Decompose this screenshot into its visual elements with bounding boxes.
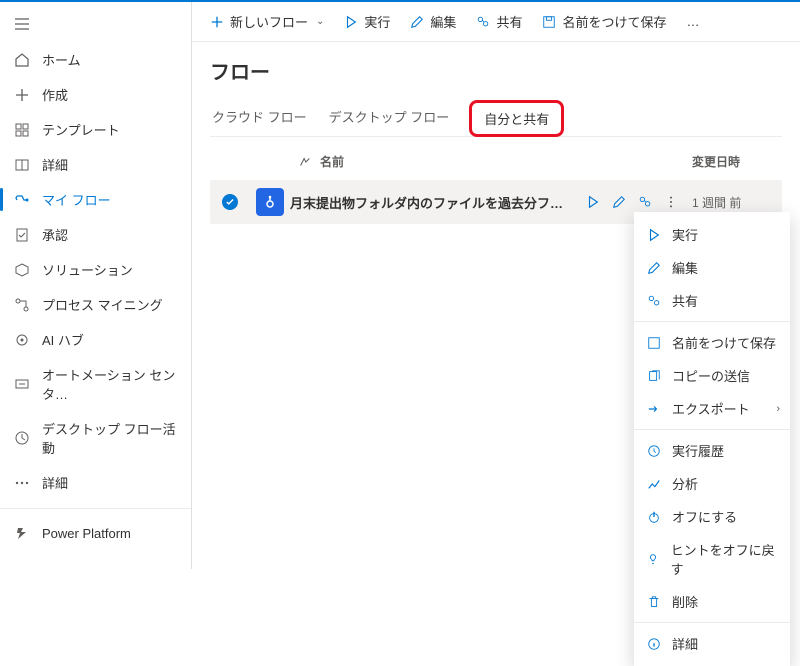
menu-edit[interactable]: 編集 — [634, 251, 790, 284]
edit-button[interactable]: 編集 — [402, 8, 464, 35]
hamburger-button[interactable] — [0, 10, 191, 42]
nav-label: オートメーション センタ… — [42, 365, 177, 403]
power-platform-icon — [14, 525, 30, 541]
context-menu: 実行 編集 共有 名前をつけて保存 コピーの送信 エクスポート› 実行履歴 分析… — [634, 212, 790, 666]
row-run-icon[interactable] — [586, 195, 600, 209]
menu-hints-off[interactable]: ヒントをオフに戻す — [634, 533, 790, 585]
row-checkbox[interactable] — [210, 194, 250, 210]
nav-label: 作成 — [42, 85, 68, 104]
tab-cloud-flows[interactable]: クラウド フロー — [210, 99, 309, 136]
menu-send-copy[interactable]: コピーの送信 — [634, 359, 790, 392]
run-button[interactable]: 実行 — [336, 8, 398, 35]
more-icon — [14, 475, 30, 491]
nav-home[interactable]: ホーム — [0, 42, 191, 77]
nav-label: ソリューション — [42, 260, 133, 279]
nav-approvals[interactable]: 承認 — [0, 217, 191, 252]
nav-desktop-activity[interactable]: デスクトップ フロー活動 — [0, 411, 191, 465]
flow-name[interactable]: 月末提出物フォルダ内のファイルを過去分フォ… — [290, 193, 572, 212]
trash-icon — [646, 595, 662, 609]
menu-delete[interactable]: 削除 — [634, 585, 790, 618]
row-edit-icon[interactable] — [612, 195, 626, 209]
nav-more[interactable]: 詳細 — [0, 465, 191, 500]
play-icon — [344, 15, 358, 29]
flow-icon — [14, 192, 30, 208]
chevron-down-icon: ⌄ — [316, 16, 324, 27]
activity-icon — [14, 430, 30, 446]
flow-modified: 1 週間 前 — [692, 194, 782, 211]
tab-shared-with-me[interactable]: 自分と共有 — [469, 100, 564, 137]
menu-save-as[interactable]: 名前をつけて保存 — [634, 326, 790, 359]
toolbar-more-button[interactable]: … — [678, 10, 707, 33]
analytics-icon — [646, 477, 662, 491]
row-share-icon[interactable] — [638, 195, 652, 209]
save-icon — [542, 15, 556, 29]
home-icon — [14, 52, 30, 68]
info-icon — [646, 637, 662, 651]
book-icon — [14, 157, 30, 173]
page-title: フロー — [210, 56, 782, 85]
nav-my-flows[interactable]: マイ フロー — [0, 182, 191, 217]
pencil-icon — [410, 15, 424, 29]
flow-type-icon — [250, 188, 290, 216]
plus-icon — [210, 15, 224, 29]
solution-icon — [14, 262, 30, 278]
tabs: クラウド フロー デスクトップ フロー 自分と共有 — [210, 99, 782, 137]
menu-share[interactable]: 共有 — [634, 284, 790, 317]
save-as-button[interactable]: 名前をつけて保存 — [534, 8, 674, 35]
tab-desktop-flows[interactable]: デスクトップ フロー — [327, 99, 452, 136]
menu-details[interactable]: 詳細 — [634, 627, 790, 660]
nav-learn[interactable]: 詳細 — [0, 147, 191, 182]
hint-icon — [646, 552, 661, 566]
main: 新しいフロー ⌄ 実行 編集 共有 名前をつけて保存 … — [192, 2, 800, 569]
nav-label: 承認 — [42, 225, 68, 244]
row-more-icon[interactable] — [664, 195, 678, 209]
plus-icon — [14, 87, 30, 103]
ai-icon — [14, 332, 30, 348]
sort-icon[interactable] — [290, 155, 320, 169]
check-icon — [222, 194, 238, 210]
nav-create[interactable]: 作成 — [0, 77, 191, 112]
template-icon — [14, 122, 30, 138]
col-modified[interactable]: 変更日時 — [692, 153, 782, 170]
menu-run[interactable]: 実行 — [634, 218, 790, 251]
new-flow-button[interactable]: 新しいフロー ⌄ — [202, 8, 332, 35]
list-header: 名前 変更日時 — [210, 137, 782, 180]
nav-process-mining[interactable]: プロセス マイニング — [0, 287, 191, 322]
nav-label: プロセス マイニング — [42, 295, 163, 314]
share-button[interactable]: 共有 — [468, 8, 530, 35]
nav-label: Power Platform — [42, 526, 131, 541]
nav-automation-center[interactable]: オートメーション センタ… — [0, 357, 191, 411]
nav-label: AI ハブ — [42, 330, 84, 349]
nav-power-platform[interactable]: Power Platform — [0, 517, 191, 549]
menu-turn-off[interactable]: オフにする — [634, 500, 790, 533]
export-icon — [646, 402, 662, 416]
nav-label: デスクトップ フロー活動 — [42, 419, 177, 457]
save-icon — [646, 336, 662, 350]
history-icon — [646, 444, 662, 458]
menu-analytics[interactable]: 分析 — [634, 467, 790, 500]
nav-label: 詳細 — [42, 473, 68, 492]
nav-label: ホーム — [42, 50, 81, 69]
share-icon — [476, 15, 490, 29]
play-icon — [646, 228, 662, 242]
approval-icon — [14, 227, 30, 243]
menu-export[interactable]: エクスポート› — [634, 392, 790, 425]
nav-label: テンプレート — [42, 120, 120, 139]
share-icon — [646, 294, 662, 308]
nav-solutions[interactable]: ソリューション — [0, 252, 191, 287]
process-icon — [14, 297, 30, 313]
power-icon — [646, 510, 662, 524]
copy-icon — [646, 369, 662, 383]
pencil-icon — [646, 261, 662, 275]
sidebar: ホーム 作成 テンプレート 詳細 マイ フロー 承認 ソリューション プロセス — [0, 2, 192, 569]
nav-label: マイ フロー — [42, 190, 111, 209]
nav-ai-hub[interactable]: AI ハブ — [0, 322, 191, 357]
nav-templates[interactable]: テンプレート — [0, 112, 191, 147]
menu-history[interactable]: 実行履歴 — [634, 434, 790, 467]
nav-label: 詳細 — [42, 155, 68, 174]
col-name[interactable]: 名前 — [320, 153, 572, 170]
chevron-right-icon: › — [776, 403, 780, 415]
automation-icon — [14, 376, 30, 392]
toolbar: 新しいフロー ⌄ 実行 編集 共有 名前をつけて保存 … — [192, 2, 800, 42]
